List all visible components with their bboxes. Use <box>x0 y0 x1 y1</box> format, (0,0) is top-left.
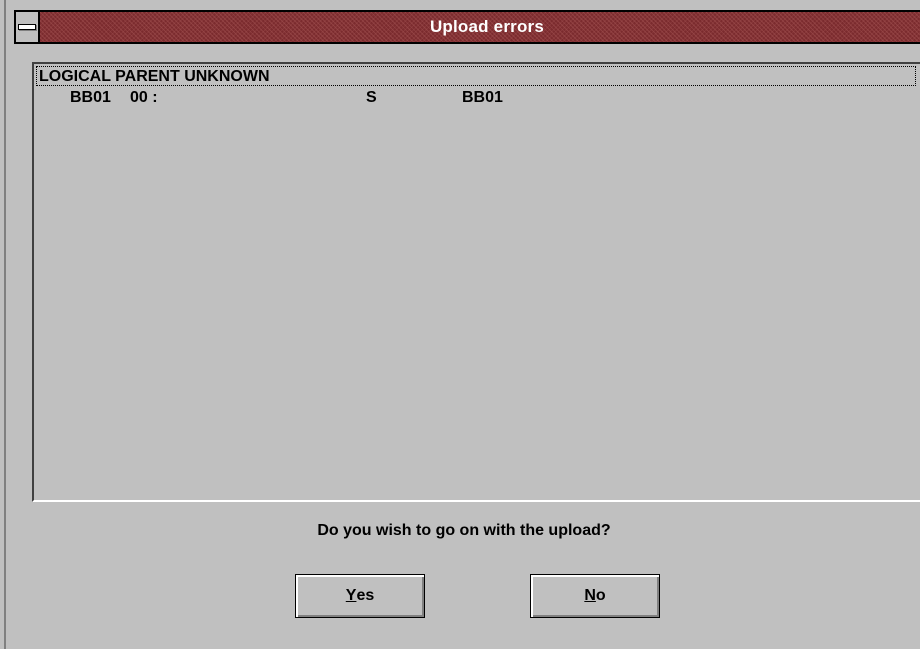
no-label: o <box>595 587 606 604</box>
error-header-row[interactable]: LOGICAL PARENT UNKNOWN <box>36 66 916 86</box>
yes-mnemonic: Y <box>345 587 357 604</box>
parent-cell: BB01 <box>462 89 503 106</box>
no-mnemonic: N <box>584 587 596 604</box>
error-list[interactable]: LOGICAL PARENT UNKNOWN BB01 00 : S BB01 <box>32 62 920 502</box>
type-cell: S <box>366 89 377 106</box>
window-frame <box>4 0 6 649</box>
window-title: Upload errors <box>429 17 545 36</box>
code-cell: 00 : <box>130 89 158 106</box>
title-bar[interactable]: Upload errors <box>14 10 920 44</box>
yes-button[interactable]: Yes <box>295 574 425 618</box>
system-menu-bar-icon <box>18 24 36 30</box>
no-button[interactable]: No <box>530 574 660 618</box>
confirmation-prompt: Do you wish to go on with the upload? <box>317 522 611 539</box>
system-menu-icon[interactable] <box>14 10 40 44</box>
yes-label: es <box>356 587 375 604</box>
upload-errors-dialog: Upload errors LOGICAL PARENT UNKNOWN BB0… <box>0 0 920 649</box>
error-detail-row[interactable]: BB01 00 : S BB01 <box>36 88 916 108</box>
error-header-text: LOGICAL PARENT UNKNOWN <box>39 68 270 85</box>
segment-cell: BB01 <box>70 89 111 106</box>
